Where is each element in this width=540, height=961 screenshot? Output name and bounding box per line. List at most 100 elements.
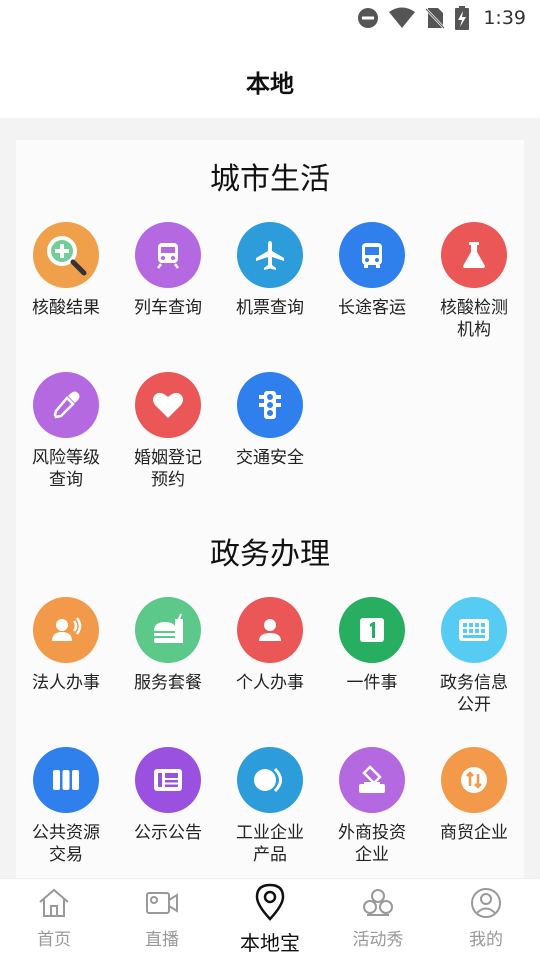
item-icon-bg [441, 747, 507, 813]
item-label: 交通安全 [236, 448, 304, 468]
heart-icon [153, 392, 183, 418]
dropper-icon [53, 391, 80, 419]
item-icon-bg [33, 222, 99, 288]
traffic-light-icon [259, 391, 281, 419]
item-traffic-safety[interactable]: 交通安全 [220, 372, 320, 469]
item-label: 长途客运 [338, 298, 406, 318]
item-icon-bg [135, 597, 201, 663]
airplane-icon [256, 241, 284, 270]
item-label: 核酸结果 [32, 298, 100, 318]
item-label: 服务套餐 [134, 673, 202, 693]
item-nucleic-result[interactable]: 核酸结果 [16, 222, 116, 319]
item-label: 公共资源 交易 [32, 823, 100, 865]
nav-events[interactable]: 活动秀 [328, 887, 428, 950]
nav-label: 首页 [37, 930, 71, 950]
nav-label: 本地宝 [240, 931, 300, 955]
status-bar: 1:39 [0, 0, 540, 38]
person-card-icon [259, 619, 281, 641]
ballot-icon [359, 765, 385, 793]
train-icon [157, 243, 179, 269]
item-icon-bg [237, 747, 303, 813]
item-icon-bg [33, 372, 99, 438]
toggle-icon [254, 767, 282, 793]
section-title: 政务办理 [210, 537, 330, 572]
columns-icon [53, 770, 79, 790]
app-header: 本地 [0, 38, 540, 118]
item-public-resource-trading[interactable]: 公共资源 交易 [16, 747, 116, 866]
battery-charging-icon [455, 6, 470, 30]
nav-home[interactable]: 首页 [4, 887, 104, 950]
item-icon-bg [135, 747, 201, 813]
item-icon-bg [237, 372, 303, 438]
item-nucleic-test-institution[interactable]: 核酸检测 机构 [424, 222, 524, 341]
item-label: 风险等级 查询 [32, 448, 100, 490]
item-icon-bg [339, 222, 405, 288]
home-icon [39, 888, 69, 917]
section-title: 城市生活 [210, 162, 330, 197]
item-icon-bg [339, 597, 405, 663]
item-train-query[interactable]: 列车查询 [118, 222, 218, 319]
number-one-icon [360, 618, 384, 642]
item-gov-info-disclosure[interactable]: 政务信息 公开 [424, 597, 524, 716]
grid-icon [459, 619, 489, 641]
item-label: 列车查询 [134, 298, 202, 318]
dnd-icon [358, 8, 379, 28]
status-time: 1:39 [483, 7, 526, 29]
item-service-package[interactable]: 服务套餐 [118, 597, 218, 694]
item-label: 外商投资 企业 [338, 823, 406, 865]
item-icon-bg [135, 372, 201, 438]
item-label: 工业企业 产品 [236, 823, 304, 865]
item-label: 公示公告 [134, 823, 202, 843]
item-icon-bg [135, 222, 201, 288]
item-label: 商贸企业 [440, 823, 508, 843]
item-label: 核酸检测 机构 [440, 298, 508, 340]
item-one-thing[interactable]: 一件事 [322, 597, 422, 694]
person-speak-icon [52, 617, 82, 641]
item-icon-bg [441, 597, 507, 663]
bottom-nav: 首页 直播 本地宝 活动秀 我的 [0, 878, 540, 961]
item-foreign-investment[interactable]: 外商投资 企业 [322, 747, 422, 866]
wifi-icon [389, 7, 416, 28]
item-legal-person-affairs[interactable]: 法人办事 [16, 597, 116, 694]
item-label: 婚姻登记 预约 [134, 448, 202, 490]
item-icon-bg [237, 222, 303, 288]
location-pin-icon [255, 883, 285, 921]
nav-local[interactable]: 本地宝 [220, 883, 320, 956]
page-title: 本地 [246, 70, 294, 98]
item-icon-bg [33, 597, 99, 663]
exchange-coin-icon [461, 767, 487, 793]
item-industrial-products[interactable]: 工业企业 产品 [220, 747, 320, 866]
item-risk-level-query[interactable]: 风险等级 查询 [16, 372, 116, 491]
section-city-life: 城市生活 核酸结果 列车查询 机票查询 长途客运 核酸检测 机构 风险等级 查询… [16, 140, 524, 515]
item-label: 个人办事 [236, 673, 304, 693]
item-label: 一件事 [346, 673, 398, 693]
item-trade-enterprise[interactable]: 商贸企业 [424, 747, 524, 844]
item-public-notice[interactable]: 公示公告 [118, 747, 218, 844]
nav-label: 活动秀 [352, 930, 404, 950]
item-label: 政务信息 公开 [440, 673, 508, 715]
item-marriage-registration[interactable]: 婚姻登记 预约 [118, 372, 218, 491]
search-plus-icon [47, 236, 87, 276]
item-icon-bg [237, 597, 303, 663]
item-flight-query[interactable]: 机票查询 [220, 222, 320, 319]
faces-icon [363, 889, 393, 916]
bus-icon [362, 243, 382, 268]
section-government-services: 政务办理 法人办事 服务套餐 个人办事 一件事 政务信息 公开 公共资源 交易 … [16, 515, 524, 878]
newspaper-icon [154, 769, 182, 791]
nav-mine[interactable]: 我的 [436, 887, 536, 950]
video-icon [146, 892, 178, 914]
item-label: 法人办事 [32, 673, 100, 693]
no-sim-icon [425, 8, 446, 29]
nav-label: 直播 [145, 930, 179, 950]
nav-live[interactable]: 直播 [112, 887, 212, 950]
item-label: 机票查询 [236, 298, 304, 318]
item-icon-bg [441, 222, 507, 288]
nav-label: 我的 [469, 930, 503, 950]
item-icon-bg [33, 747, 99, 813]
item-icon-bg [339, 747, 405, 813]
item-long-distance-bus[interactable]: 长途客运 [322, 222, 422, 319]
meal-icon [154, 613, 183, 643]
user-circle-icon [471, 888, 501, 918]
item-personal-affairs[interactable]: 个人办事 [220, 597, 320, 694]
flask-icon [463, 242, 485, 268]
